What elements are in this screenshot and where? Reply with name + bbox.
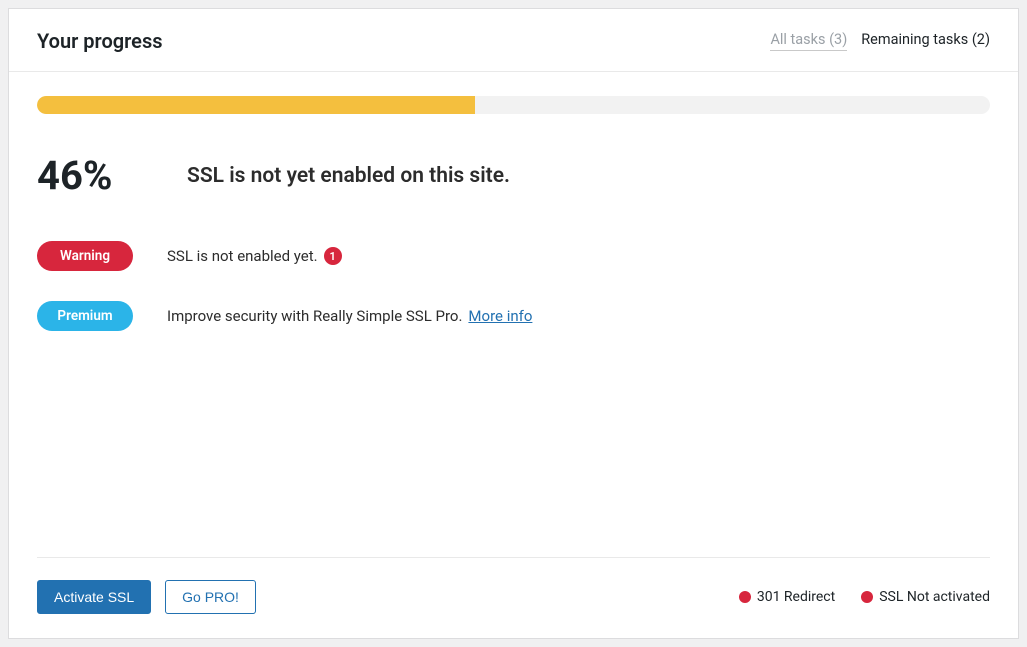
task-text: SSL is not enabled yet. 1 — [167, 247, 342, 265]
task-description: SSL is not enabled yet. — [167, 247, 318, 265]
progress-status-row: 46% SSL is not yet enabled on this site. — [37, 152, 990, 199]
footer-indicators: 301 Redirect SSL Not activated — [739, 589, 990, 605]
task-text: Improve security with Really Simple SSL … — [167, 307, 532, 325]
task-filter-tabs: All tasks (3) Remaining tasks (2) — [770, 31, 990, 51]
progress-bar-fill — [37, 96, 475, 114]
dot-icon — [861, 591, 873, 603]
dot-icon — [739, 591, 751, 603]
task-count-badge: 1 — [324, 247, 342, 265]
task-list: Warning SSL is not enabled yet. 1 Premiu… — [37, 241, 990, 331]
status-indicator-redirect: 301 Redirect — [739, 589, 835, 605]
footer-actions: Activate SSL Go PRO! — [37, 580, 256, 614]
panel-footer: Activate SSL Go PRO! 301 Redirect SSL No… — [37, 557, 990, 638]
panel-header: Your progress All tasks (3) Remaining ta… — [9, 9, 1018, 72]
more-info-link[interactable]: More info — [468, 307, 532, 325]
page-title: Your progress — [37, 29, 163, 53]
status-pill-warning: Warning — [37, 241, 133, 271]
status-indicator-ssl: SSL Not activated — [861, 589, 990, 605]
tab-remaining-tasks[interactable]: Remaining tasks (2) — [861, 31, 990, 51]
panel-body: 46% SSL is not yet enabled on this site.… — [9, 72, 1018, 557]
task-row: Premium Improve security with Really Sim… — [37, 301, 990, 331]
progress-panel: Your progress All tasks (3) Remaining ta… — [8, 8, 1019, 639]
task-row: Warning SSL is not enabled yet. 1 — [37, 241, 990, 271]
activate-ssl-button[interactable]: Activate SSL — [37, 580, 151, 614]
progress-percent: 46% — [37, 152, 137, 199]
status-pill-premium: Premium — [37, 301, 133, 331]
go-pro-button[interactable]: Go PRO! — [165, 580, 256, 614]
indicator-label: SSL Not activated — [879, 589, 990, 605]
indicator-label: 301 Redirect — [757, 589, 835, 605]
progress-bar-track — [37, 96, 990, 114]
progress-status-text: SSL is not yet enabled on this site. — [187, 164, 510, 188]
tab-all-tasks[interactable]: All tasks (3) — [770, 31, 847, 51]
task-description: Improve security with Really Simple SSL … — [167, 307, 462, 325]
